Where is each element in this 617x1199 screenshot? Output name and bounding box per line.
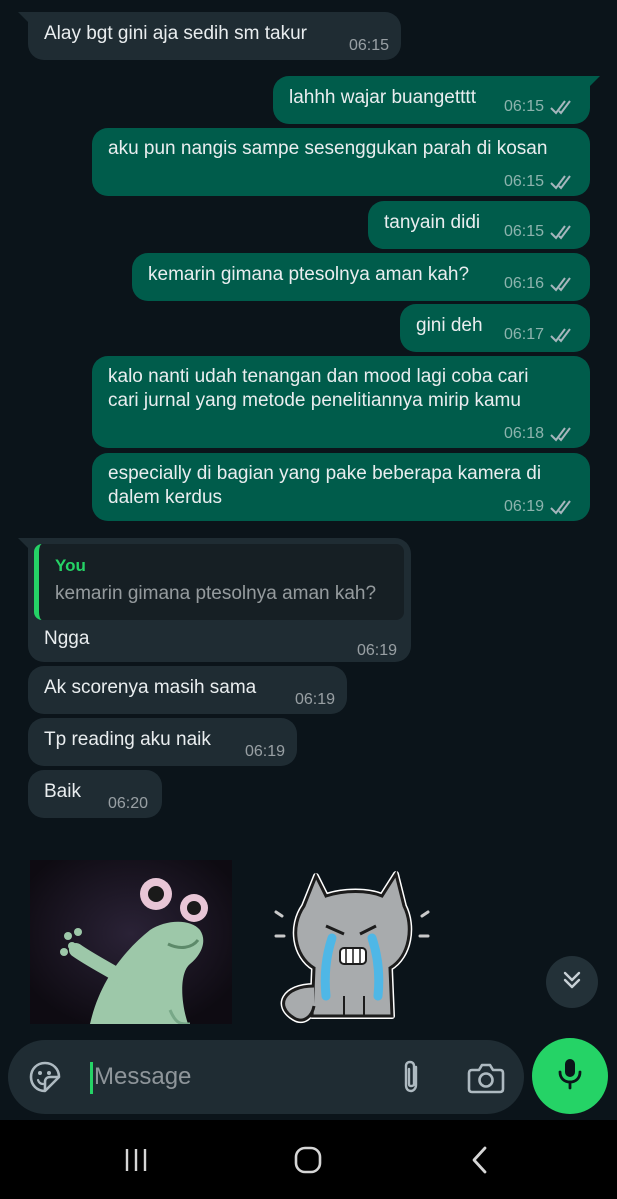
quote-text: kemarin gimana ptesolnya aman kah? (55, 583, 377, 604)
message-text: dalem kerdus (108, 487, 223, 508)
double-chevron-down-icon (560, 968, 584, 997)
message-time: 06:19 (356, 642, 397, 659)
message-text: lahhh wajar buangetttt (289, 87, 476, 108)
quoted-message[interactable]: You kemarin gimana ptesolnya aman kah? (34, 544, 404, 620)
paperclip-icon[interactable] (392, 1058, 430, 1096)
double-check-icon (550, 425, 576, 443)
message-time: 06:15 (503, 223, 544, 240)
crying-cat-sticker[interactable] (264, 856, 440, 1026)
message-time: 06:17 (503, 326, 544, 343)
message-meta: 06:15 (504, 170, 576, 194)
double-check-icon (550, 98, 576, 116)
double-check-icon (550, 275, 576, 293)
message-bubble[interactable]: gini deh 06:17 (400, 304, 590, 352)
message-meta: 06:17 (504, 323, 576, 347)
message-meta: 06:18 (504, 422, 576, 446)
message-bubble[interactable]: Baik 06:20 (28, 770, 162, 818)
voice-record-button[interactable] (532, 1038, 608, 1114)
message-time: 06:19 (294, 691, 335, 708)
message-time: 06:19 (503, 498, 544, 515)
message-bubble[interactable]: lahhh wajar buangetttt 06:15 (273, 76, 600, 124)
message-bubble[interactable]: Tp reading aku naik 06:19 (28, 718, 297, 766)
message-composer (8, 1040, 524, 1114)
message-text: especially di bagian yang pake beberapa … (108, 463, 542, 484)
double-check-icon (550, 326, 576, 344)
message-meta: 06:19 (357, 639, 397, 663)
quote-author: You (55, 556, 86, 575)
message-text: Ak scorenya masih sama (44, 677, 257, 698)
message-bubble[interactable]: aku pun nangis sampe sesenggukan parah d… (92, 128, 590, 196)
message-time: 06:19 (244, 743, 285, 760)
message-bubble[interactable]: especially di bagian yang pake beberapa … (92, 453, 590, 521)
microphone-icon (555, 1057, 585, 1096)
message-bubble[interactable]: Alay bgt gini aja sedih sm takur 06:15 (18, 12, 401, 60)
message-text: kalo nanti udah tenangan dan mood lagi c… (108, 366, 529, 387)
recent-apps-button[interactable] (116, 1144, 156, 1176)
text-cursor (90, 1062, 93, 1094)
message-text: Tp reading aku naik (44, 729, 211, 750)
message-text: aku pun nangis sampe sesenggukan parah d… (108, 138, 548, 159)
message-bubble[interactable]: Ak scorenya masih sama 06:19 (28, 666, 347, 714)
back-button[interactable] (460, 1144, 500, 1176)
message-text: Ngga (44, 628, 90, 649)
message-meta: 06:16 (504, 272, 576, 296)
message-meta: 06:19 (245, 740, 285, 764)
message-text: tanyain didi (384, 212, 481, 233)
message-meta: 06:20 (108, 792, 148, 816)
message-time: 06:15 (348, 37, 389, 54)
message-meta: 06:19 (295, 688, 335, 712)
sticker-smiley-icon[interactable] (28, 1060, 62, 1094)
message-meta: 06:15 (349, 34, 389, 58)
message-meta: 06:15 (504, 220, 576, 244)
message-bubble[interactable]: kalo nanti udah tenangan dan mood lagi c… (92, 356, 590, 448)
camera-icon[interactable] (466, 1060, 506, 1096)
message-meta: 06:15 (504, 95, 576, 119)
reply-message-bubble[interactable]: You kemarin gimana ptesolnya aman kah? N… (18, 538, 411, 663)
frog-sticker-image[interactable] (30, 860, 232, 1024)
home-button[interactable] (288, 1144, 328, 1176)
system-navigation-bar (0, 1120, 617, 1199)
message-text: Alay bgt gini aja sedih sm takur (44, 23, 307, 44)
message-bubble[interactable]: kemarin gimana ptesolnya aman kah? 06:16 (132, 253, 590, 301)
message-input[interactable] (94, 1058, 374, 1096)
message-time: 06:16 (503, 275, 544, 292)
double-check-icon (550, 223, 576, 241)
message-bubble[interactable]: tanyain didi 06:15 (368, 201, 590, 249)
message-time: 06:15 (503, 98, 544, 115)
scroll-to-bottom-button[interactable] (546, 956, 598, 1008)
double-check-icon (550, 173, 576, 191)
message-meta: 06:19 (504, 495, 576, 519)
message-time: 06:15 (503, 173, 544, 190)
message-text: kemarin gimana ptesolnya aman kah? (148, 264, 470, 285)
chat-area[interactable]: Alay bgt gini aja sedih sm takur 06:15 l… (0, 0, 617, 1120)
message-text: gini deh (416, 315, 483, 336)
message-text: Baik (44, 781, 81, 802)
double-check-icon (550, 498, 576, 516)
message-time: 06:20 (107, 795, 148, 812)
message-time: 06:18 (503, 425, 544, 442)
message-text: cari jurnal yang metode penelitiannya mi… (108, 390, 521, 411)
